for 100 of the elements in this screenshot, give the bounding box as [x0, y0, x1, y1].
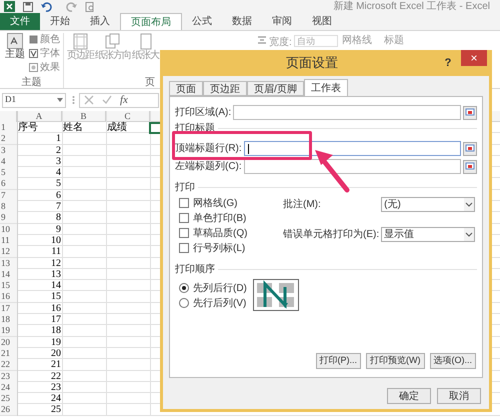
grip-icon — [72, 95, 75, 105]
theme-option-button[interactable]: 效果 — [29, 61, 60, 74]
field-label: 顶端标题行(R): — [175, 142, 243, 156]
row-header[interactable]: 21 — [0, 348, 17, 359]
radio-button[interactable] — [179, 298, 189, 308]
checkbox[interactable] — [179, 213, 189, 223]
row-header[interactable]: 11 — [0, 234, 17, 246]
row-header[interactable]: 7 — [0, 190, 17, 201]
theme-button[interactable]: 主题 — [4, 33, 26, 77]
table-cell-text: 19 — [50, 336, 62, 348]
insert-function-button[interactable]: fx — [120, 92, 128, 108]
radio-label: 先列后行(D) — [193, 282, 247, 296]
width-icon — [257, 35, 267, 45]
table-cell-text: 17 — [50, 314, 62, 326]
table-cell-text: 21 — [50, 359, 62, 370]
range-select-icon[interactable] — [463, 160, 477, 174]
input-field[interactable] — [233, 105, 461, 120]
field-label: 批注(M): — [283, 198, 322, 212]
ribbon-tab[interactable]: 页面布局 — [120, 13, 182, 30]
row-header[interactable]: 8 — [0, 201, 17, 212]
table-cell-text: 5 — [55, 178, 62, 190]
dropdown[interactable]: (无) — [381, 197, 475, 212]
dialog-tab[interactable]: 页眉/页脚 — [247, 81, 304, 96]
name-box[interactable]: D1 — [2, 92, 66, 108]
row-header[interactable]: 12 — [0, 246, 17, 258]
row-header[interactable]: 19 — [0, 325, 17, 336]
input-field[interactable] — [244, 159, 461, 174]
print-preview-icon[interactable] — [85, 2, 95, 12]
range-select-icon[interactable] — [463, 106, 477, 120]
table-cell-text: 4 — [55, 167, 62, 178]
dialog-button[interactable]: 选项(O)... — [430, 353, 476, 369]
theme-option-button[interactable]: 字体 — [29, 47, 60, 60]
checkbox-label: 草稿品质(Q) — [193, 226, 248, 240]
table-cell-text: 11 — [50, 246, 62, 258]
checkbox-label: 网格线(G) — [193, 196, 238, 210]
radio-button[interactable] — [179, 283, 189, 293]
swatch-icon — [29, 49, 38, 58]
table-cell-text: 9 — [55, 224, 62, 235]
checkbox[interactable] — [179, 198, 189, 208]
scale-label: 宽度: — [269, 36, 292, 50]
row-header[interactable]: 26 — [0, 404, 17, 416]
dialog-button[interactable]: 打印预览(W) — [366, 353, 424, 369]
checkbox[interactable] — [179, 243, 189, 253]
row-header[interactable]: 5 — [0, 167, 17, 178]
close-button[interactable]: × — [461, 50, 487, 66]
row-header[interactable]: 22 — [0, 359, 17, 370]
row-header[interactable]: 10 — [0, 224, 17, 235]
swatch-icon — [29, 35, 38, 44]
theme-icon — [7, 33, 23, 49]
dialog-tab[interactable]: 页边距 — [203, 81, 247, 96]
dialog-tab[interactable]: 工作表 — [304, 79, 348, 96]
field-label: 错误单元格打印为(E): — [283, 228, 380, 242]
row-header[interactable]: 2 — [0, 133, 17, 144]
row-header[interactable]: 16 — [0, 291, 17, 302]
row-header[interactable]: 6 — [0, 178, 17, 190]
row-header[interactable]: 25 — [0, 393, 17, 404]
swatch-icon — [29, 63, 38, 72]
table-cell-text: 10 — [50, 234, 62, 246]
table-cell-text: 22 — [50, 370, 62, 382]
row-header[interactable]: 9 — [0, 212, 17, 224]
table-cell-text: 12 — [50, 258, 62, 269]
annotation-arrow — [315, 150, 350, 192]
table-cell-text: 姓名 — [62, 122, 84, 133]
table-cell-text: 8 — [55, 212, 62, 224]
table-cell-text: 6 — [55, 190, 62, 201]
dialog-button[interactable]: 打印(P)... — [316, 353, 361, 369]
theme-option-button[interactable]: 颜色 — [29, 33, 60, 46]
row-header[interactable]: 4 — [0, 156, 17, 167]
range-select-icon[interactable] — [463, 142, 477, 156]
row-header[interactable]: 18 — [0, 314, 17, 326]
table-cell-text: 20 — [50, 348, 62, 359]
row-header[interactable]: 24 — [0, 382, 17, 393]
dropdown-caret-icon — [57, 98, 63, 102]
row-header[interactable]: 3 — [0, 144, 17, 156]
row-header[interactable]: 14 — [0, 268, 17, 280]
table-cell-text: 23 — [50, 382, 62, 393]
row-header[interactable]: 15 — [0, 280, 17, 292]
row-header[interactable]: 23 — [0, 370, 17, 382]
table-cell-text: 2 — [55, 144, 62, 156]
dialog-tab[interactable]: 页面 — [169, 81, 203, 96]
save-icon[interactable] — [23, 2, 33, 12]
checkbox[interactable] — [179, 228, 189, 238]
dialog-button[interactable]: 取消 — [437, 388, 481, 404]
chevron-down-icon — [464, 228, 474, 241]
help-button[interactable]: ? — [441, 54, 455, 72]
table-cell-text: 成绩 — [106, 122, 128, 133]
check-icon[interactable] — [102, 95, 112, 105]
row-header[interactable]: 20 — [0, 336, 17, 348]
row-header[interactable]: 1 — [0, 122, 17, 133]
dropdown[interactable]: 显示值 — [381, 227, 475, 242]
row-header[interactable]: 17 — [0, 302, 17, 314]
table-cell-text: 7 — [55, 201, 62, 212]
ribbon-tab[interactable]: 文件 — [0, 13, 40, 30]
table-cell-text: 24 — [50, 393, 62, 404]
row-header[interactable]: 13 — [0, 258, 17, 269]
window-title: 新建 Microsoft Excel 工作表 - Excel — [333, 0, 490, 14]
page-order-icon — [252, 279, 299, 311]
checkbox-label: 行号列标(L) — [193, 242, 246, 256]
input-field[interactable] — [244, 141, 461, 156]
dialog-button[interactable]: 确定 — [387, 388, 431, 404]
